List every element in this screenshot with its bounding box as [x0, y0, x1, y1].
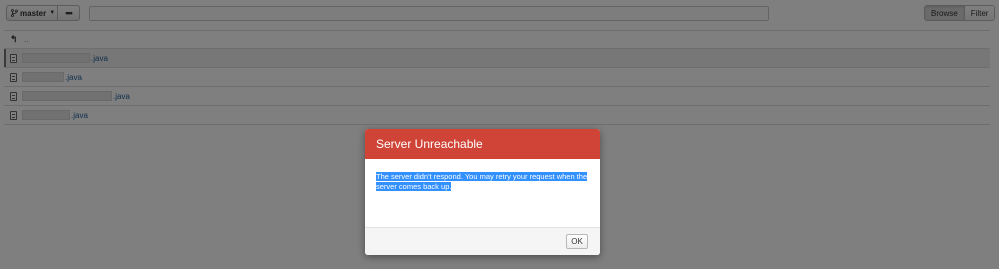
dialog-footer: OK — [365, 227, 600, 255]
dialog-message: The server didn't respond. You may retry… — [376, 172, 588, 191]
dialog-body: The server didn't respond. You may retry… — [365, 159, 600, 227]
dialog-title: Server Unreachable — [376, 137, 483, 151]
server-unreachable-dialog: Server Unreachable The server didn't res… — [365, 129, 600, 255]
dialog-header: Server Unreachable — [365, 129, 600, 159]
ok-button[interactable]: OK — [566, 234, 588, 249]
